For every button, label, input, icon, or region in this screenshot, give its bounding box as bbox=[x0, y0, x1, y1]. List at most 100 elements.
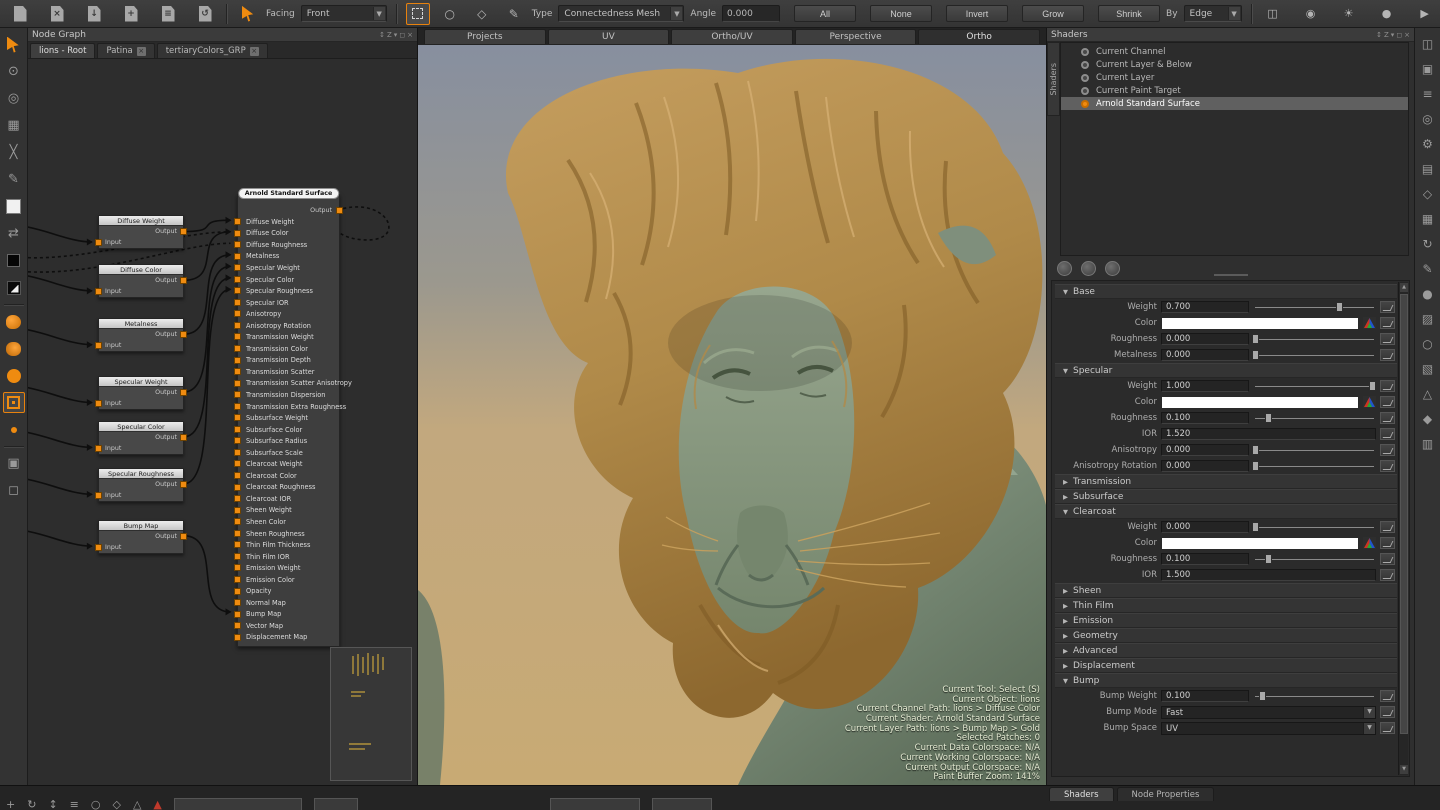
bottom-field-box[interactable] bbox=[550, 798, 640, 810]
scrollbar-thumb[interactable] bbox=[1400, 294, 1408, 734]
scale-icon[interactable]: ↕ bbox=[48, 798, 57, 810]
marquee-tool-icon[interactable] bbox=[3, 392, 25, 413]
rotate-view-icon[interactable]: ◎ bbox=[3, 88, 25, 109]
input-port[interactable] bbox=[234, 611, 241, 618]
foreground-color-swatch[interactable] bbox=[3, 196, 25, 217]
input-port[interactable] bbox=[234, 518, 241, 525]
input-port[interactable] bbox=[234, 495, 241, 502]
input-port[interactable] bbox=[234, 599, 241, 606]
slider-track[interactable] bbox=[1253, 690, 1376, 702]
grow-button[interactable]: Grow bbox=[1022, 5, 1084, 22]
properties-scrollbar[interactable]: ▲ ▼ bbox=[1398, 282, 1408, 775]
input-port[interactable] bbox=[234, 310, 241, 317]
splitter-grip[interactable] bbox=[1214, 274, 1248, 276]
color-picker-icon[interactable] bbox=[1363, 537, 1376, 549]
input-port[interactable] bbox=[234, 241, 241, 248]
circle-icon[interactable]: ○ bbox=[91, 798, 101, 810]
panel-control-icon[interactable]: ◻ bbox=[1396, 29, 1402, 41]
input-port[interactable] bbox=[234, 368, 241, 375]
viewport-tab-perspective[interactable]: Perspective bbox=[795, 29, 917, 44]
input-port[interactable] bbox=[95, 544, 102, 551]
bottom-dropdown-box[interactable] bbox=[174, 798, 302, 810]
settings-gear-icon[interactable]: ⚙ bbox=[1419, 136, 1437, 152]
row-action-icon[interactable] bbox=[1380, 553, 1395, 565]
input-port[interactable] bbox=[234, 622, 241, 629]
value-input[interactable]: 0.000 bbox=[1161, 521, 1249, 533]
value-input[interactable]: 1.520 bbox=[1161, 428, 1376, 440]
channel-node[interactable]: Specular ColorOutputInput bbox=[98, 421, 184, 455]
section-header-displacement[interactable]: ▶Displacement bbox=[1055, 658, 1397, 673]
color-swatch-bar[interactable] bbox=[1161, 537, 1359, 550]
layers-icon[interactable]: ▣ bbox=[1419, 61, 1437, 77]
shader-list-item[interactable]: Current Channel bbox=[1061, 45, 1408, 58]
corner-swatch-icon[interactable] bbox=[3, 277, 25, 298]
projector-icon[interactable]: ◎ bbox=[1419, 111, 1437, 127]
channel-node[interactable]: MetalnessOutputInput bbox=[98, 318, 184, 352]
input-port[interactable] bbox=[95, 288, 102, 295]
slider-track[interactable] bbox=[1253, 349, 1376, 361]
input-port[interactable] bbox=[234, 460, 241, 467]
row-action-icon[interactable] bbox=[1380, 428, 1395, 440]
lasso-select-icon[interactable]: ○ bbox=[438, 3, 462, 25]
slider-track[interactable] bbox=[1253, 521, 1376, 533]
channel-node[interactable]: Specular WeightOutputInput bbox=[98, 376, 184, 410]
input-port[interactable] bbox=[234, 380, 241, 387]
input-port[interactable] bbox=[234, 634, 241, 641]
input-port[interactable] bbox=[234, 264, 241, 271]
input-port[interactable] bbox=[234, 333, 241, 340]
value-input[interactable]: 0.700 bbox=[1161, 301, 1249, 313]
angle-input[interactable]: 0.000 bbox=[722, 5, 780, 22]
channel-node[interactable]: Diffuse ColorOutputInput bbox=[98, 264, 184, 298]
slider-track[interactable] bbox=[1253, 333, 1376, 345]
input-port[interactable] bbox=[234, 322, 241, 329]
paint-tool-icon[interactable] bbox=[3, 365, 25, 386]
input-port[interactable] bbox=[234, 287, 241, 294]
section-header-transmission[interactable]: ▶Transmission bbox=[1055, 474, 1397, 489]
row-action-icon[interactable] bbox=[1380, 690, 1395, 702]
background-color-swatch[interactable] bbox=[3, 250, 25, 271]
input-port[interactable] bbox=[234, 507, 241, 514]
color-swatch-bar[interactable] bbox=[1161, 396, 1359, 409]
input-port[interactable] bbox=[234, 588, 241, 595]
close-icon[interactable]: × bbox=[250, 47, 259, 56]
input-port[interactable] bbox=[234, 414, 241, 421]
input-port[interactable] bbox=[234, 253, 241, 260]
row-action-icon[interactable] bbox=[1380, 396, 1395, 408]
select-tool-icon[interactable] bbox=[236, 3, 260, 25]
row-action-icon[interactable] bbox=[1380, 301, 1395, 313]
input-port[interactable] bbox=[234, 391, 241, 398]
slider-handle[interactable] bbox=[1252, 445, 1259, 455]
row-action-icon[interactable] bbox=[1380, 412, 1395, 424]
row-action-icon[interactable] bbox=[1380, 349, 1395, 361]
node-graph-minimap[interactable] bbox=[330, 647, 412, 781]
all-button[interactable]: All bbox=[794, 5, 856, 22]
value-input[interactable]: 0.000 bbox=[1161, 460, 1249, 472]
panel-control-icon[interactable]: ↕ bbox=[1376, 29, 1382, 41]
input-port[interactable] bbox=[234, 276, 241, 283]
import-icon[interactable]: + bbox=[119, 3, 143, 25]
section-header-clearcoat[interactable]: ▼Clearcoat bbox=[1055, 504, 1397, 519]
slider-track[interactable] bbox=[1253, 301, 1376, 313]
section-header-sheen[interactable]: ▶Sheen bbox=[1055, 583, 1397, 598]
bottom-field-box[interactable] bbox=[314, 798, 358, 810]
colors-icon[interactable]: ◇ bbox=[1419, 186, 1437, 202]
row-action-icon[interactable] bbox=[1380, 460, 1395, 472]
annotate-icon[interactable]: ✎ bbox=[1419, 261, 1437, 277]
palette-icon[interactable]: ◫ bbox=[1419, 36, 1437, 52]
play-icon[interactable]: ▶ bbox=[1413, 3, 1437, 25]
smudge-tool-icon[interactable] bbox=[3, 311, 25, 332]
bottom-tab-node-properties[interactable]: Node Properties bbox=[1117, 787, 1215, 801]
save-project-icon[interactable]: ↓ bbox=[82, 3, 106, 25]
output-port[interactable] bbox=[180, 533, 187, 540]
shader-list-item[interactable]: Current Layer & Below bbox=[1061, 58, 1408, 71]
rotate-icon[interactable]: ↻ bbox=[27, 798, 36, 810]
select-cursor-icon[interactable] bbox=[3, 34, 25, 55]
gem-icon[interactable]: ◆ bbox=[1419, 411, 1437, 427]
viewport-tab-projects[interactable]: Projects bbox=[424, 29, 546, 44]
input-port[interactable] bbox=[234, 472, 241, 479]
value-input[interactable]: 0.000 bbox=[1161, 349, 1249, 361]
facing-dropdown[interactable]: Front▼ bbox=[301, 5, 387, 22]
shader-list-item[interactable]: Arnold Standard Surface bbox=[1061, 97, 1408, 110]
value-input[interactable]: 0.000 bbox=[1161, 333, 1249, 345]
invert-button[interactable]: Invert bbox=[946, 5, 1008, 22]
